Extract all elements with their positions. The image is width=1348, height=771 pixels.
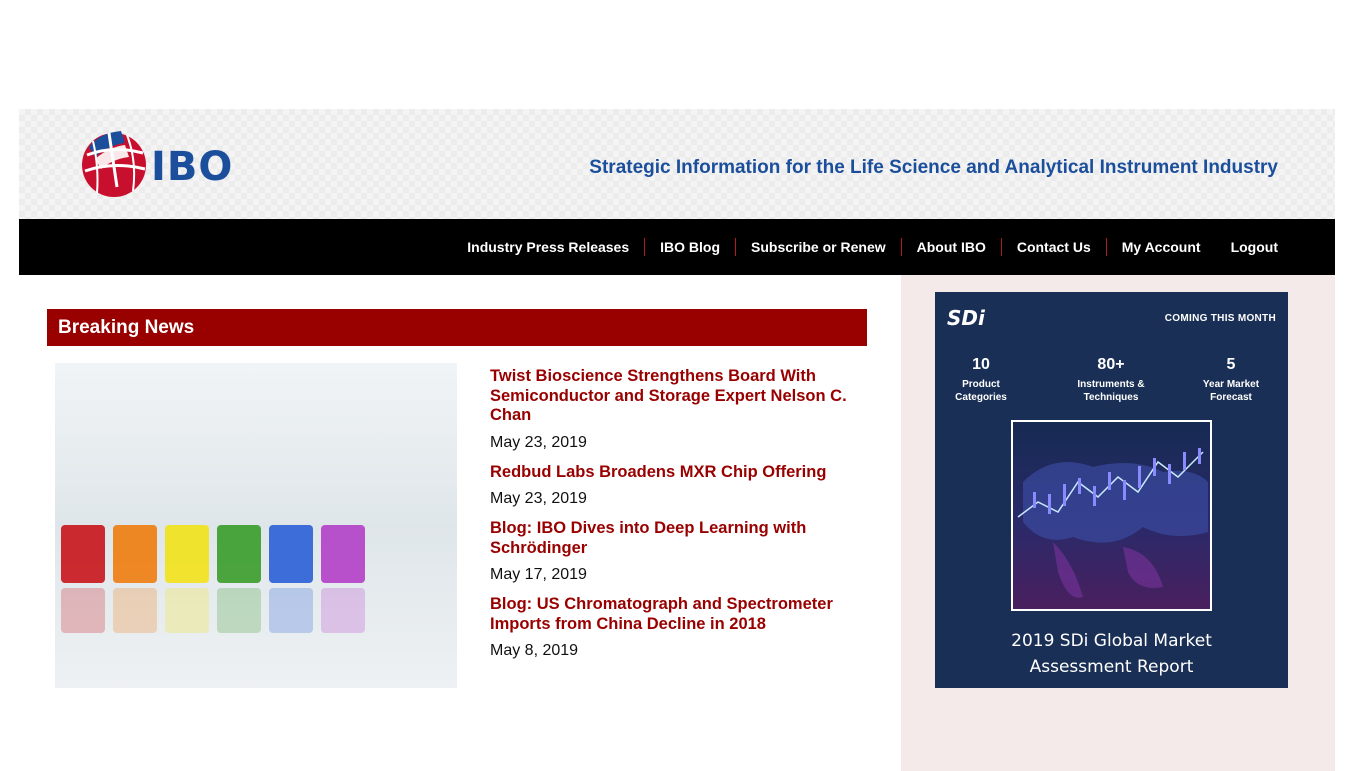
- sidebar: SDi COMING THIS MONTH 10 Product Categor…: [901, 275, 1335, 771]
- nav-my-account[interactable]: My Account: [1107, 238, 1216, 256]
- news-item: Twist Bioscience Strengthens Board With …: [490, 367, 865, 452]
- candlestick-map-icon: [1017, 448, 1208, 598]
- ad-stat: 10 Product Categories: [935, 356, 1031, 404]
- ad-stat-number: 5: [1226, 356, 1236, 373]
- news-date: May 8, 2019: [490, 642, 579, 659]
- nav-logout[interactable]: Logout: [1216, 238, 1278, 256]
- news-date: May 17, 2019: [490, 566, 587, 583]
- site-header: IBO Strategic Information for the Life S…: [19, 109, 1335, 219]
- ad-stat: 5 Year Market Forecast: [1181, 356, 1281, 404]
- sdi-report-ad[interactable]: SDi COMING THIS MONTH 10 Product Categor…: [935, 292, 1288, 688]
- news-title-link[interactable]: Twist Bioscience Strengthens Board With …: [490, 367, 865, 426]
- nav-ibo-blog[interactable]: IBO Blog: [645, 238, 735, 256]
- logo-wordmark: IBO: [151, 144, 234, 190]
- ad-report-title: 2019 SDi Global Market Assessment Report: [1011, 631, 1212, 677]
- ad-stat-number: 10: [972, 356, 990, 373]
- site-tagline: Strategic Information for the Life Scien…: [589, 157, 1278, 178]
- sdi-logo: SDi: [947, 306, 985, 330]
- ad-stat-label: Product Categories: [955, 379, 1007, 403]
- breaking-news-list: Twist Bioscience Strengthens Board With …: [490, 367, 865, 671]
- ibo-logo[interactable]: IBO: [79, 127, 249, 202]
- news-item: Blog: US Chromatograph and Spectrometer …: [490, 595, 865, 660]
- colored-beakers-image: [55, 363, 457, 688]
- ad-coming-label: COMING THIS MONTH: [1164, 313, 1276, 324]
- nav-contact-us[interactable]: Contact Us: [1002, 238, 1106, 256]
- news-date: May 23, 2019: [490, 433, 587, 451]
- ad-stat: 80+ Instruments & Techniques: [1061, 356, 1161, 404]
- ad-stat-label: Year Market Forecast: [1202, 379, 1260, 403]
- nav-subscribe-or-renew[interactable]: Subscribe or Renew: [736, 238, 901, 256]
- ad-stat-label: Instruments & Techniques: [1077, 379, 1145, 403]
- news-title-link[interactable]: Redbud Labs Broadens MXR Chip Offering: [490, 463, 865, 483]
- world-map-chart-graphic: [1011, 420, 1212, 611]
- news-photo[interactable]: [55, 363, 457, 688]
- ad-stat-number: 80+: [1097, 356, 1125, 373]
- news-date: May 23, 2019: [490, 490, 587, 507]
- news-title-link[interactable]: Blog: US Chromatograph and Spectrometer …: [490, 595, 865, 634]
- main-nav: Industry Press Releases IBO Blog Subscri…: [19, 219, 1335, 275]
- news-item: Redbud Labs Broadens MXR Chip Offering M…: [490, 463, 865, 509]
- news-item: Blog: IBO Dives into Deep Learning with …: [490, 519, 865, 584]
- breaking-news-header: Breaking News: [47, 309, 867, 346]
- nav-about-ibo[interactable]: About IBO: [902, 238, 1001, 256]
- news-title-link[interactable]: Blog: IBO Dives into Deep Learning with …: [490, 519, 865, 558]
- breaking-news-heading: Breaking News: [58, 317, 195, 338]
- globe-icon: [82, 131, 146, 197]
- nav-industry-press-releases[interactable]: Industry Press Releases: [452, 238, 644, 256]
